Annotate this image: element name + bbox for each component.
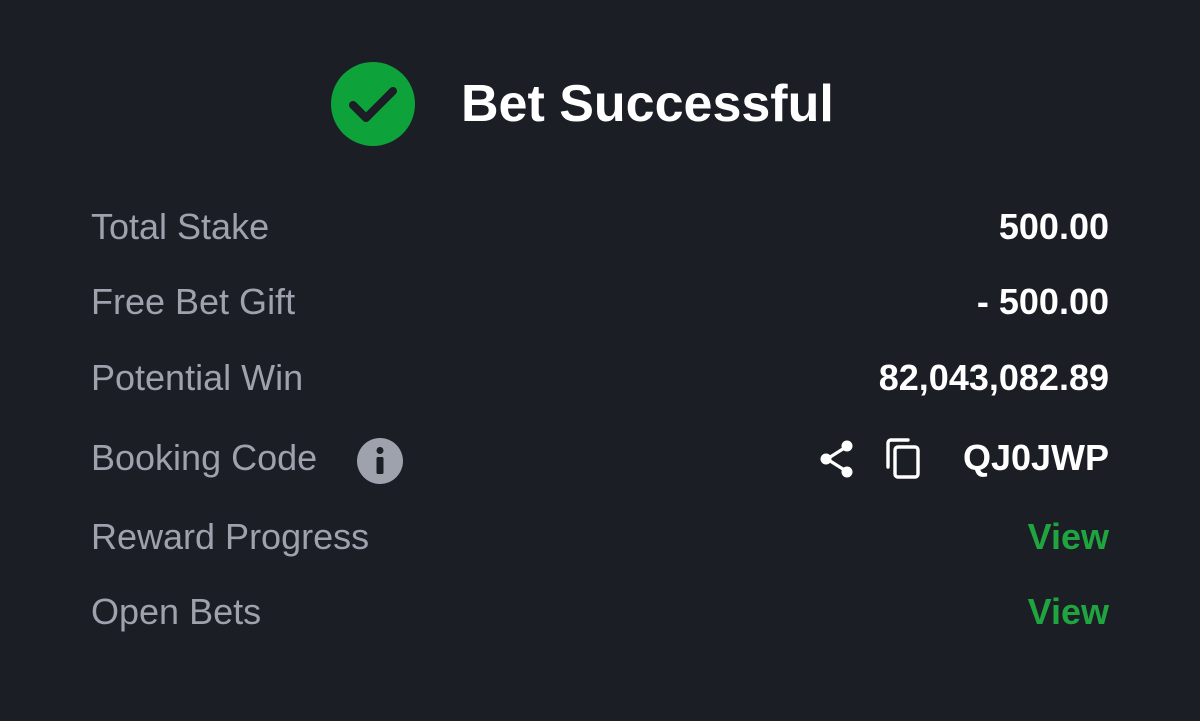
copy-icon[interactable] <box>882 437 924 481</box>
open-bets-label: Open Bets <box>91 591 262 632</box>
potential-win-value: 82,043,082.89 <box>878 357 1109 398</box>
booking-code-value: QJ0JWP <box>962 437 1109 478</box>
page-title: Bet Successful <box>461 75 834 133</box>
reward-progress-label: Reward Progress <box>91 516 370 557</box>
share-icon[interactable] <box>816 438 858 480</box>
free-bet-label: Free Bet Gift <box>91 281 296 322</box>
total-stake-label: Total Stake <box>91 206 270 247</box>
potential-win-row: Potential Win 82,043,082.89 <box>91 353 1109 403</box>
free-bet-row: Free Bet Gift - 500.00 <box>91 277 1109 327</box>
open-bets-view-link[interactable]: View <box>1028 587 1109 637</box>
check-circle-icon <box>331 62 415 146</box>
booking-code-label: Booking Code <box>91 437 318 478</box>
reward-progress-row: Reward Progress View <box>91 512 1109 562</box>
free-bet-value: - 500.00 <box>976 281 1109 322</box>
open-bets-row: Open Bets View <box>91 587 1109 637</box>
potential-win-label: Potential Win <box>91 357 304 398</box>
total-stake-row: Total Stake 500.00 <box>91 202 1109 252</box>
booking-code-row: Booking Code QJ0JWP <box>91 433 1109 484</box>
reward-progress-view-link[interactable]: View <box>1028 512 1109 562</box>
info-icon[interactable] <box>357 438 403 484</box>
total-stake-value: 500.00 <box>998 206 1109 247</box>
bet-success-header: Bet Successful <box>0 62 1200 148</box>
